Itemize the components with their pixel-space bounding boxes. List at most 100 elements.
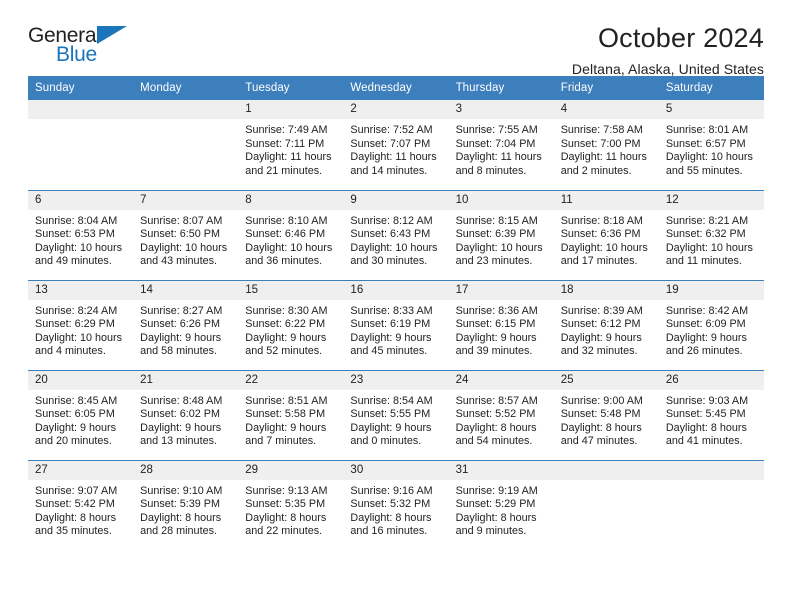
calendar-day-cell[interactable]: 15 Sunrise: 8:30 AM Sunset: 6:22 PM Dayligh… [238,279,344,370]
general-blue-logo[interactable]: General Blue [28,24,148,70]
daylight-duration-line1: Daylight: 9 hours [140,331,222,344]
sunrise-time: Sunrise: 8:51 AM [245,394,328,407]
sunset-time: Sunset: 7:07 PM [350,137,431,150]
calendar-day-cell[interactable]: 16 Sunrise: 8:33 AM Sunset: 6:19 PM Dayligh… [343,279,449,370]
calendar-day-cell[interactable]: 17 Sunrise: 8:36 AM Sunset: 6:15 PM Dayligh… [448,279,554,370]
day-number: 7 [133,190,239,210]
calendar-day-cell[interactable]: 27 Sunrise: 9:07 AM Sunset: 5:42 PM Dayligh… [28,459,134,550]
calendar-day-cell[interactable]: 23 Sunrise: 8:54 AM Sunset: 5:55 PM Dayligh… [343,369,449,460]
day-number: 6 [28,190,134,210]
daylight-duration-line1: Daylight: 10 hours [245,241,333,254]
calendar-day-cell[interactable]: 7 Sunrise: 8:07 AM Sunset: 6:50 PM Daylight… [133,189,239,280]
calendar-day-cell[interactable]: 6 Sunrise: 8:04 AM Sunset: 6:53 PM Daylight… [28,189,134,280]
sunset-time: Sunset: 6:09 PM [665,318,746,331]
day-number: 21 [133,370,239,390]
daylight-duration-line2: and 43 minutes. [140,255,217,268]
daylight-duration-line1: Daylight: 8 hours [455,511,537,524]
calendar-day-cell[interactable]: 22 Sunrise: 8:51 AM Sunset: 5:58 PM Dayligh… [238,369,344,460]
day-number: 20 [28,370,134,390]
calendar-day-cell[interactable]: 24 Sunrise: 8:57 AM Sunset: 5:52 PM Dayligh… [448,369,554,460]
daylight-duration-line2: and 58 minutes. [140,345,217,358]
day-detail: Sunrise: 8:10 AM Sunset: 6:46 PM Daylight:… [238,210,343,269]
daylight-duration-line1: Daylight: 9 hours [665,331,747,344]
sunrise-time: Sunrise: 8:10 AM [245,214,328,227]
day-cell-inner: 14 Sunrise: 8:27 AM Sunset: 6:26 PM Dayligh… [133,280,239,370]
sunset-time: Sunset: 5:35 PM [245,498,326,511]
sunset-time: Sunset: 6:26 PM [140,318,220,331]
sunset-time: Sunset: 5:48 PM [560,408,641,421]
day-cell-inner: 8 Sunrise: 8:10 AM Sunset: 6:46 PM Daylight… [238,190,344,280]
calendar-day-cell[interactable]: 18 Sunrise: 8:39 AM Sunset: 6:12 PM Dayligh… [553,279,659,370]
calendar-day-cell[interactable]: 2 Sunrise: 7:52 AM Sunset: 7:07 PM Daylight… [343,100,449,190]
calendar-week-row: 20 Sunrise: 8:45 AM Sunset: 6:05 PM Dayligh… [28,369,764,460]
sunrise-time: Sunrise: 7:52 AM [350,124,433,136]
day-detail: Sunrise: 9:10 AM Sunset: 5:39 PM Daylight:… [133,480,238,539]
calendar-day-cell[interactable]: 30 Sunrise: 9:16 AM Sunset: 5:32 PM Dayligh… [343,459,449,551]
calendar-day-cell[interactable]: 1 Sunrise: 7:49 AM Sunset: 7:11 PM Daylight… [238,100,344,190]
day-number: 14 [133,280,239,300]
weekday-header-wednesday: Wednesday [343,76,449,100]
calendar-day-cell[interactable]: 20 Sunrise: 8:45 AM Sunset: 6:05 PM Dayligh… [28,369,134,460]
daylight-duration-line2: and 0 minutes. [350,435,422,448]
day-number: 29 [238,460,344,480]
day-number: 23 [343,370,449,390]
calendar-week-row: 27 Sunrise: 9:07 AM Sunset: 5:42 PM Dayligh… [28,459,764,551]
sunrise-time: Sunrise: 8:30 AM [245,304,328,317]
sunset-time: Sunset: 6:43 PM [350,228,431,241]
day-detail: Sunrise: 8:24 AM Sunset: 6:29 PM Daylight:… [28,300,133,359]
daylight-duration-line1: Daylight: 11 hours [560,151,647,164]
day-cell-inner: 17 Sunrise: 8:36 AM Sunset: 6:15 PM Dayligh… [448,280,554,370]
calendar-day-cell[interactable]: 11 Sunrise: 8:18 AM Sunset: 6:36 PM Dayligh… [553,189,659,280]
sunset-time: Sunset: 6:15 PM [455,318,536,331]
calendar-day-cell[interactable]: 4 Sunrise: 7:58 AM Sunset: 7:00 PM Daylight… [553,100,659,190]
calendar-day-cell[interactable]: 13 Sunrise: 8:24 AM Sunset: 6:29 PM Dayligh… [28,279,134,370]
day-number [133,100,239,119]
calendar-day-cell[interactable]: 9 Sunrise: 8:12 AM Sunset: 6:43 PM Daylight… [343,189,449,280]
calendar-day-cell[interactable]: 28 Sunrise: 9:10 AM Sunset: 5:39 PM Dayligh… [133,459,239,550]
sunrise-time: Sunrise: 8:04 AM [35,214,118,227]
daylight-duration-line1: Daylight: 11 hours [245,151,332,164]
day-detail: Sunrise: 9:19 AM Sunset: 5:29 PM Daylight:… [449,480,554,539]
calendar-page: General Blue October 2024 Deltana, Alask… [0,0,792,612]
calendar-day-cell[interactable]: 29 Sunrise: 9:13 AM Sunset: 5:35 PM Dayligh… [238,459,344,550]
calendar-day-cell[interactable]: 5 Sunrise: 8:01 AM Sunset: 6:57 PM Daylight… [658,100,764,190]
daylight-duration-line2: and 35 minutes. [35,525,112,538]
page-header: General Blue October 2024 Deltana, Alask… [28,0,764,78]
calendar-day-cell[interactable]: 14 Sunrise: 8:27 AM Sunset: 6:26 PM Dayligh… [133,279,239,370]
daylight-duration-line2: and 52 minutes. [245,345,323,358]
calendar-day-cell-empty [553,459,659,550]
day-detail: Sunrise: 9:03 AM Sunset: 5:45 PM Daylight:… [659,390,764,449]
calendar-day-cell[interactable]: 21 Sunrise: 8:48 AM Sunset: 6:02 PM Dayligh… [133,369,239,460]
calendar-week-row: 1 Sunrise: 7:49 AM Sunset: 7:11 PM Daylight… [28,100,764,190]
daylight-duration-line2: and 39 minutes. [455,345,533,358]
day-number: 11 [553,190,659,210]
day-detail: Sunrise: 8:45 AM Sunset: 6:05 PM Daylight:… [28,390,133,449]
daylight-duration-line1: Daylight: 10 hours [35,331,123,344]
day-number: 17 [448,280,554,300]
calendar-day-cell[interactable]: 10 Sunrise: 8:15 AM Sunset: 6:39 PM Dayligh… [448,189,554,280]
calendar-day-cell[interactable]: 25 Sunrise: 9:00 AM Sunset: 5:48 PM Dayligh… [553,369,659,460]
sunset-time: Sunset: 7:04 PM [455,137,536,150]
calendar-day-cell[interactable]: 8 Sunrise: 8:10 AM Sunset: 6:46 PM Daylight… [238,189,344,280]
weekday-header-monday: Monday [133,76,239,100]
day-number: 28 [133,460,239,480]
day-cell-inner: 30 Sunrise: 9:16 AM Sunset: 5:32 PM Dayligh… [343,460,449,551]
calendar-day-cell[interactable]: 19 Sunrise: 8:42 AM Sunset: 6:09 PM Dayligh… [658,279,764,370]
calendar-day-cell[interactable]: 26 Sunrise: 9:03 AM Sunset: 5:45 PM Dayligh… [658,369,764,460]
daylight-duration-line2: and 7 minutes. [245,435,317,448]
day-cell-inner: 18 Sunrise: 8:39 AM Sunset: 6:12 PM Dayligh… [553,280,659,370]
sunset-time: Sunset: 5:45 PM [665,408,746,421]
calendar-day-cell[interactable]: 12 Sunrise: 8:21 AM Sunset: 6:32 PM Dayligh… [658,189,764,280]
day-number: 31 [448,460,554,480]
daylight-duration-line2: and 17 minutes. [560,255,638,268]
day-cell-inner: 20 Sunrise: 8:45 AM Sunset: 6:05 PM Dayligh… [28,370,134,460]
day-number: 22 [238,370,344,390]
sunset-time: Sunset: 5:42 PM [35,498,115,511]
day-cell-inner: 11 Sunrise: 8:18 AM Sunset: 6:36 PM Dayligh… [553,190,659,280]
day-cell-inner: 7 Sunrise: 8:07 AM Sunset: 6:50 PM Daylight… [133,190,239,280]
calendar-day-cell[interactable]: 31 Sunrise: 9:19 AM Sunset: 5:29 PM Dayligh… [448,459,554,550]
day-number [658,460,764,480]
weekday-header-tuesday: Tuesday [238,76,344,100]
sunrise-time: Sunrise: 9:00 AM [560,394,643,407]
calendar-day-cell[interactable]: 3 Sunrise: 7:55 AM Sunset: 7:04 PM Daylight… [448,100,554,190]
